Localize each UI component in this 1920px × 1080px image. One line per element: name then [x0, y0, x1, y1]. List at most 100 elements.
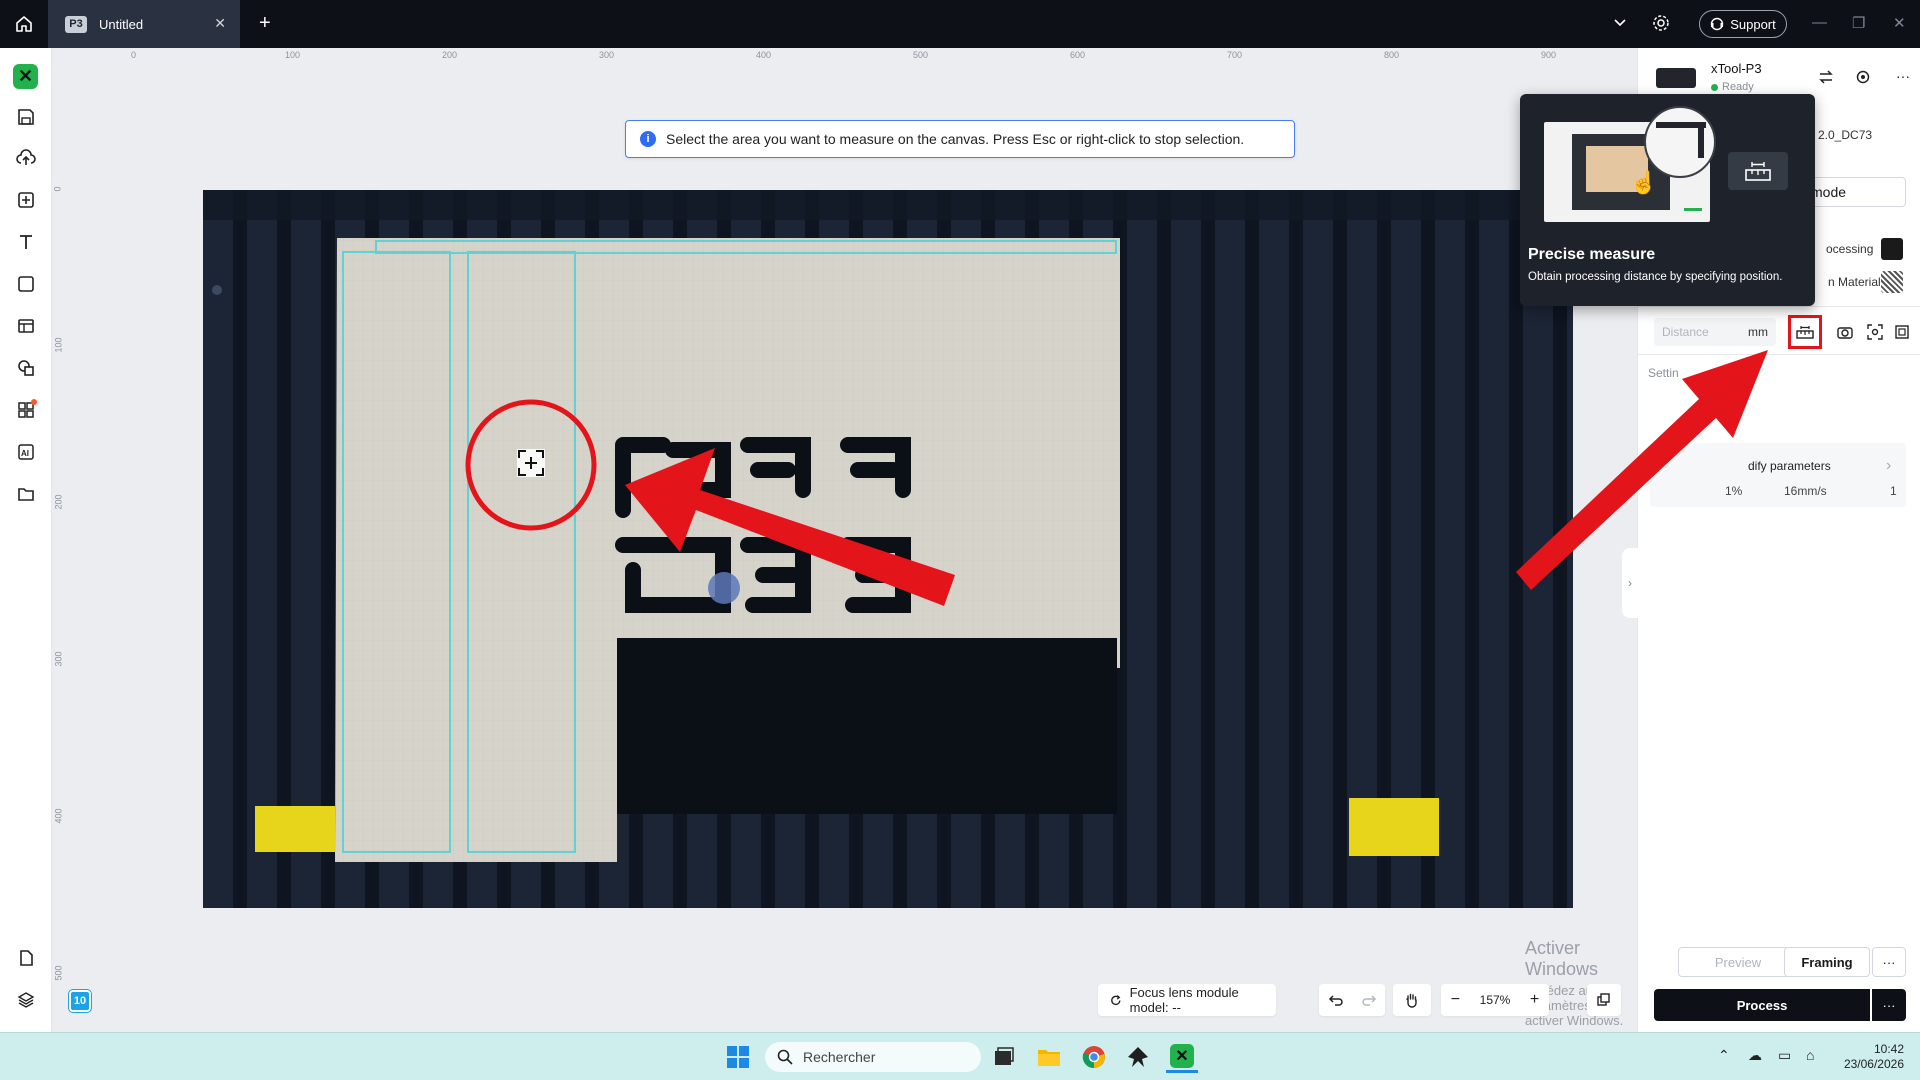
more-options-icon[interactable]: ··· [1896, 68, 1910, 84]
cloud-offline-icon[interactable]: ☁ [1748, 1047, 1762, 1064]
panel-collapse-toggle[interactable]: › [1622, 548, 1638, 618]
firmware-version: 2.0_DC73 [1818, 128, 1873, 142]
support-label: Support [1730, 16, 1776, 32]
preview-button[interactable]: Preview [1678, 947, 1798, 977]
document-icon[interactable] [12, 944, 40, 972]
notification-dot [31, 399, 37, 405]
scan-area-icon[interactable] [1864, 320, 1886, 344]
ruler-left-label: 0 [53, 186, 63, 192]
undo-redo-group [1319, 984, 1385, 1016]
home-button[interactable] [0, 0, 48, 48]
settings-gear-icon[interactable] [1651, 13, 1671, 38]
network-icon[interactable]: ⌂ [1806, 1047, 1814, 1063]
maximize-button[interactable]: ❐ [1852, 14, 1865, 32]
close-window-button[interactable]: ✕ [1893, 14, 1906, 32]
pan-tool-button[interactable] [1393, 984, 1431, 1016]
process-button[interactable]: Process [1654, 989, 1870, 1021]
zoom-level[interactable]: 157% [1480, 993, 1511, 1007]
inkscape-icon[interactable] [1122, 1041, 1154, 1073]
tooltip-title: Precise measure [1528, 246, 1656, 263]
taskbar-search[interactable]: Rechercher [765, 1042, 981, 1072]
target-icon[interactable] [1856, 70, 1870, 89]
zoom-control: − 157% + [1441, 984, 1549, 1016]
clock-date: 23/06/2026 [1843, 1057, 1904, 1071]
xtool-taskbar-icon[interactable]: ✕ [1166, 1041, 1198, 1073]
rectangle-tool-icon[interactable] [12, 270, 40, 298]
ruler-top-label: 800 [1384, 50, 1400, 60]
focus-lens-button[interactable]: Focus lens module model: -- [1098, 984, 1276, 1016]
svg-text:AI: AI [21, 449, 29, 458]
watermark-title: Activer Windows [1525, 938, 1599, 979]
ruler-top-label: 400 [756, 50, 772, 60]
minimize-button[interactable]: — [1812, 14, 1827, 31]
taskbar-clock[interactable]: 10:42 23/06/2026 [1836, 1042, 1904, 1072]
hand-pointer-icon: ☝ [1630, 170, 1658, 195]
chevron-down-icon[interactable] [1612, 14, 1628, 35]
ruler-left-label: 200 [53, 494, 64, 510]
ruler-top-label: 100 [285, 50, 301, 60]
layers-icon[interactable] [12, 986, 40, 1014]
display-icon[interactable]: ▭ [1778, 1047, 1791, 1064]
folder-icon[interactable] [12, 480, 40, 508]
windows-start-icon[interactable] [722, 1041, 754, 1073]
calibrate-icon[interactable] [1891, 320, 1913, 344]
clock-time: 10:42 [1873, 1042, 1904, 1056]
ruler-measure-icon [1796, 326, 1814, 339]
params-label: dify parameters [1748, 459, 1831, 473]
text-tool-icon[interactable] [12, 228, 40, 256]
focus-lens-text: Focus lens module model: -- [1129, 985, 1239, 1015]
layout-icon[interactable] [12, 312, 40, 340]
apps-grid-icon[interactable] [12, 396, 40, 424]
redo-icon[interactable] [1361, 993, 1377, 1007]
precise-measure-button[interactable] [1788, 315, 1822, 349]
shapes-icon[interactable] [12, 354, 40, 382]
xtool-logo[interactable]: ✕ [13, 64, 38, 89]
title-bar: P3 Untitled ✕ + Support — ❐ ✕ [0, 0, 1920, 48]
ai-text-icon[interactable]: AI [12, 438, 40, 466]
canvas-area[interactable]: 0 100 200 300 400 500 600 700 800 900 0 … [53, 48, 1637, 1032]
chrome-icon[interactable] [1078, 1041, 1110, 1073]
ruler-top-label: 600 [1070, 50, 1086, 60]
ruler-top-label: 700 [1227, 50, 1243, 60]
framing-button[interactable]: Framing [1784, 947, 1870, 977]
refresh-icon [1111, 994, 1121, 1005]
file-explorer-icon[interactable] [1033, 1041, 1065, 1073]
status-dot [1711, 83, 1718, 91]
camera-preview[interactable] [203, 190, 1573, 908]
precise-measure-tooltip: ☝ Precise measure Obtain processing dist… [1520, 94, 1815, 306]
process-more-button[interactable]: ··· [1872, 989, 1906, 1021]
tab-close-icon[interactable]: ✕ [214, 15, 226, 32]
task-view-icon[interactable] [988, 1041, 1020, 1073]
support-button[interactable]: Support [1699, 10, 1787, 38]
copy-icon [1597, 993, 1610, 1006]
chevron-right-icon: › [1886, 457, 1892, 474]
material-icon[interactable] [1881, 271, 1903, 293]
framing-more-button[interactable]: ··· [1872, 947, 1906, 977]
headset-icon [1711, 17, 1724, 31]
ruler-left-label: 400 [53, 808, 64, 824]
new-tab-button[interactable]: + [259, 12, 271, 34]
undo-icon[interactable] [1328, 993, 1344, 1007]
ruler-left-label: 500 [53, 965, 64, 981]
tooltip-zoom-circle [1644, 106, 1716, 178]
distance-field[interactable]: Distance mm [1654, 318, 1776, 346]
device-image [1656, 68, 1696, 88]
processing-type-icon[interactable] [1881, 238, 1903, 260]
parameters-card[interactable]: dify parameters › 1% 16mm/s 1 [1650, 443, 1906, 507]
layers-count-badge[interactable]: 10 [68, 989, 92, 1013]
upload-cloud-icon[interactable] [12, 144, 40, 172]
tab-untitled[interactable]: P3 Untitled ✕ [48, 0, 240, 48]
ruler-measure-icon [1745, 162, 1771, 181]
tray-chevron-icon[interactable]: ⌃ [1718, 1047, 1730, 1064]
add-element-icon[interactable] [12, 186, 40, 214]
device-name: xTool-P3 [1711, 61, 1762, 76]
divider [1638, 354, 1920, 355]
copy-view-button[interactable] [1587, 984, 1621, 1016]
material-label: n Material [1828, 275, 1881, 289]
save-icon[interactable] [12, 103, 40, 131]
camera-icon[interactable] [1834, 320, 1856, 344]
swap-device-icon[interactable] [1818, 70, 1834, 89]
zoom-out-button[interactable]: − [1451, 991, 1460, 1009]
zoom-in-button[interactable]: + [1530, 991, 1539, 1009]
processing-label: ocessing [1826, 242, 1874, 256]
